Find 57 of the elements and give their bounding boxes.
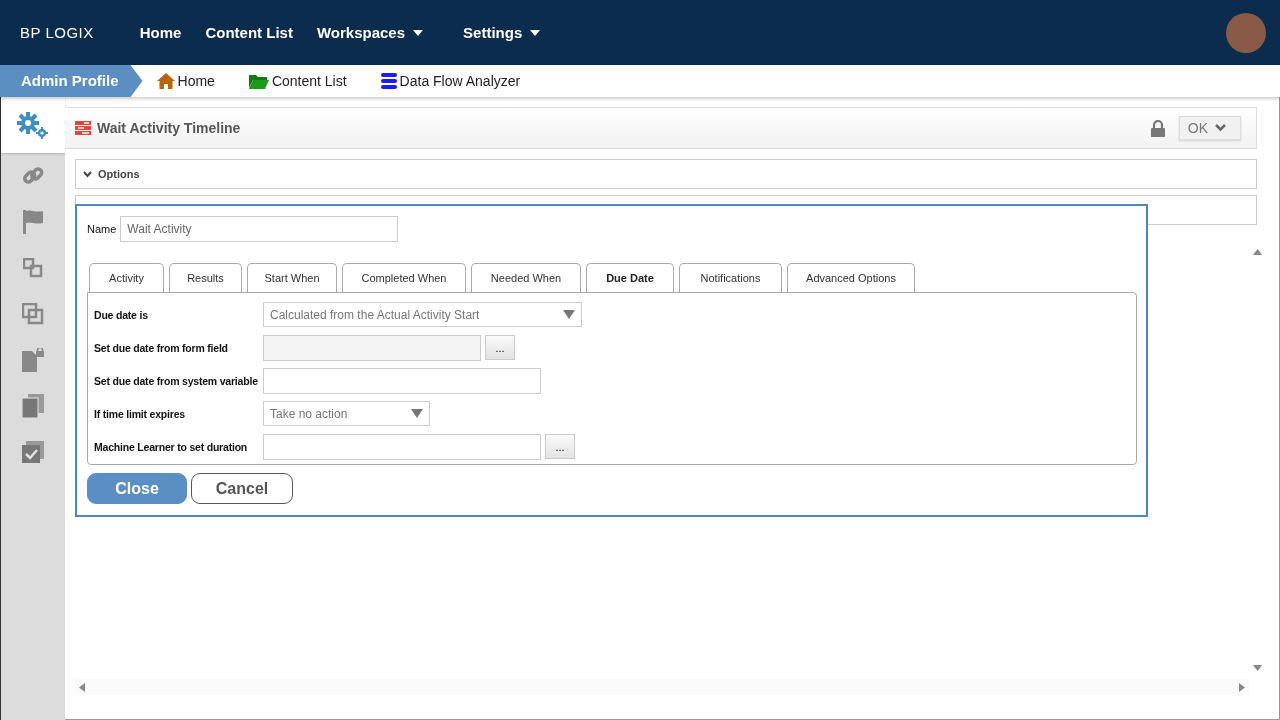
panel-title: Wait Activity Timeline xyxy=(97,120,241,136)
shortcut-link[interactable]: Data Flow Analyzer xyxy=(380,73,521,89)
chevron-down-icon xyxy=(1215,124,1226,132)
flag-icon xyxy=(22,210,44,234)
caret-icon xyxy=(413,29,424,36)
scroll-right-icon[interactable] xyxy=(1239,682,1245,692)
text-field[interactable] xyxy=(263,367,541,394)
scroll-up-icon[interactable] xyxy=(1253,249,1262,255)
tab[interactable]: Completed When xyxy=(342,263,466,292)
field-label: Due date is xyxy=(94,308,149,321)
tab[interactable]: Notifications xyxy=(679,263,782,292)
dropdown[interactable]: Calculated from the Actual Activity Start xyxy=(263,302,582,327)
nav-link[interactable]: Content List xyxy=(205,24,293,41)
options-section[interactable]: Options xyxy=(75,159,1257,189)
database-icon xyxy=(380,73,397,89)
locked-document-icon xyxy=(21,348,45,372)
caret-icon xyxy=(411,409,423,418)
tab[interactable]: Advanced Options xyxy=(787,263,915,292)
field-label: Set due date from system variable xyxy=(94,374,259,387)
folder-icon xyxy=(248,73,269,89)
field-label: Name xyxy=(87,223,117,235)
logo[interactable]: BP LOGIX xyxy=(20,24,94,41)
ok-button[interactable]: OK xyxy=(1178,116,1241,140)
lookup-field[interactable] xyxy=(263,433,541,460)
name-field[interactable]: Wait Activity xyxy=(120,216,399,242)
chevron-down-icon xyxy=(83,170,92,178)
field-label: Set due date from form field xyxy=(94,341,229,354)
tab[interactable]: Results xyxy=(169,263,242,292)
horizontal-scrollbar[interactable] xyxy=(75,679,1249,695)
dropdown[interactable]: Take no action xyxy=(263,401,430,426)
field-label: If time limit expires xyxy=(94,407,186,420)
link-icon xyxy=(22,165,44,187)
pages-icon xyxy=(22,394,44,418)
boxes-icon xyxy=(23,258,43,278)
checklist-icon xyxy=(22,441,44,463)
tab[interactable]: Activity xyxy=(89,263,164,292)
tab[interactable]: Start When xyxy=(247,263,337,292)
nav-link[interactable]: Home xyxy=(139,24,182,41)
avatar[interactable] xyxy=(1226,12,1266,53)
cancel-button[interactable]: Cancel xyxy=(191,473,293,504)
browse-button[interactable]: ... xyxy=(545,434,575,459)
timeline-icon xyxy=(75,121,91,135)
tab[interactable]: Needed When xyxy=(471,263,581,292)
scroll-down-icon[interactable] xyxy=(1253,665,1262,671)
copy-icon xyxy=(22,303,44,325)
tab[interactable]: Due Date xyxy=(586,263,674,292)
caret-icon xyxy=(530,29,541,36)
gears-icon xyxy=(16,111,50,139)
nav-link[interactable]: Settings xyxy=(463,24,541,41)
caret-icon xyxy=(563,310,575,319)
shortcut-link[interactable]: Content List xyxy=(248,73,347,89)
nav-link[interactable]: Workspaces xyxy=(316,24,424,41)
scroll-left-icon[interactable] xyxy=(79,682,85,692)
field-label: Machine Learner to set duration xyxy=(94,440,249,453)
home-icon xyxy=(156,73,175,89)
sidebar-item[interactable] xyxy=(1,97,65,153)
shortcut-link[interactable]: Home xyxy=(156,73,215,89)
